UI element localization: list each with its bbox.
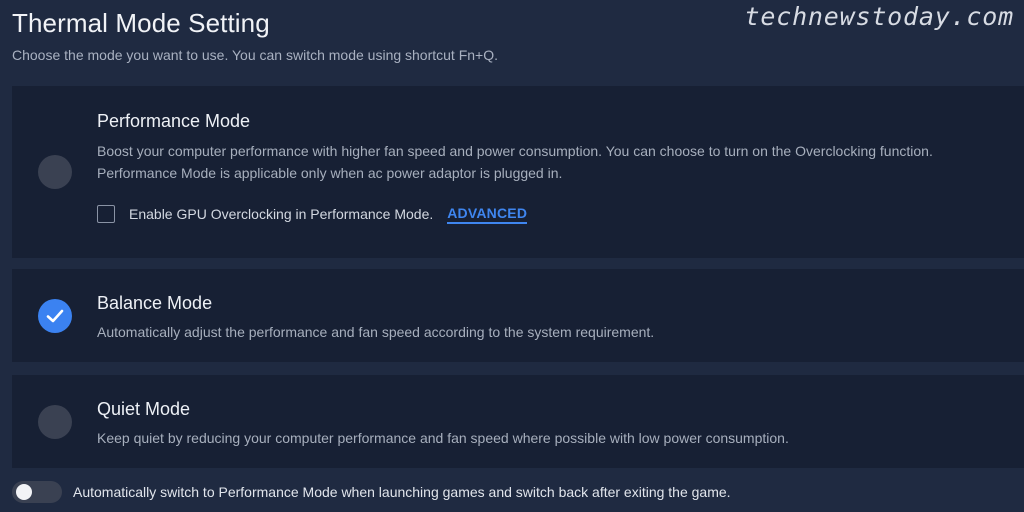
performance-mode-description: Boost your computer performance with hig… [97, 143, 933, 181]
performance-mode-radio[interactable] [38, 155, 72, 189]
advanced-link[interactable]: ADVANCED [447, 205, 528, 224]
gpu-overclocking-label: Enable GPU Overclocking in Performance M… [129, 206, 434, 222]
balance-mode-description: Automatically adjust the performance and… [97, 324, 655, 340]
performance-mode-card[interactable]: Performance Mode Boost your computer per… [12, 86, 1024, 258]
auto-switch-label: Automatically switch to Performance Mode… [73, 484, 731, 500]
toggle-knob [16, 484, 32, 500]
balance-mode-radio[interactable] [38, 299, 72, 333]
performance-mode-title: Performance Mode [97, 111, 251, 131]
balance-mode-title: Balance Mode [97, 293, 213, 313]
gpu-overclocking-row: Enable GPU Overclocking in Performance M… [97, 203, 528, 225]
quiet-mode-radio[interactable] [38, 405, 72, 439]
quiet-mode-title: Quiet Mode [97, 399, 191, 419]
page-title: Thermal Mode Setting [12, 8, 270, 38]
watermark: technewstoday.com [744, 2, 1014, 31]
balance-mode-card[interactable]: Balance Mode Automatically adjust the pe… [12, 269, 1024, 362]
checkmark-icon [46, 309, 64, 323]
quiet-mode-card[interactable]: Quiet Mode Keep quiet by reducing your c… [12, 375, 1024, 468]
auto-switch-toggle[interactable] [12, 481, 62, 503]
gpu-overclocking-checkbox[interactable] [97, 205, 115, 223]
quiet-mode-description: Keep quiet by reducing your computer per… [97, 430, 789, 446]
page-subtitle: Choose the mode you want to use. You can… [12, 47, 499, 63]
